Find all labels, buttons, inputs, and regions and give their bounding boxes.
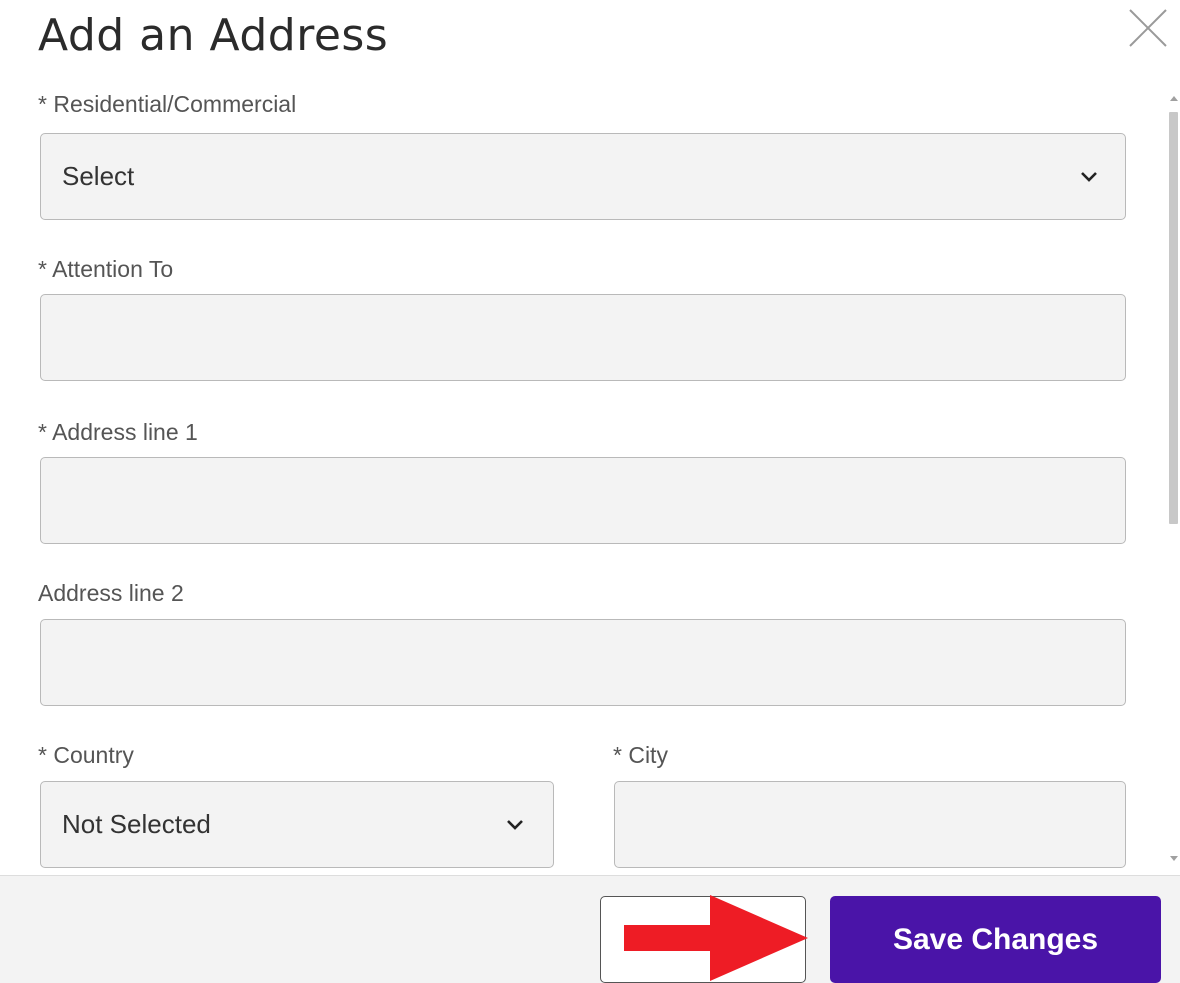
address-line-2-input[interactable] [40, 619, 1126, 706]
chevron-down-icon [507, 820, 523, 830]
save-changes-button[interactable]: Save Changes [830, 896, 1161, 983]
address-line-2-label: Address line 2 [38, 580, 184, 606]
close-icon[interactable] [1126, 6, 1170, 50]
scrollbar-thumb[interactable] [1169, 112, 1178, 524]
scroll-down-arrow-icon[interactable] [1170, 856, 1178, 861]
form-scrollbar[interactable] [1166, 90, 1180, 875]
country-value: Not Selected [62, 809, 211, 839]
address-line-1-label: * Address line 1 [38, 419, 198, 445]
dialog-title: Add an Address [38, 10, 389, 61]
city-input[interactable] [614, 781, 1126, 868]
add-address-dialog: Add an Address * Residential/Commercial … [0, 0, 1180, 983]
form-scroll-area: * Residential/Commercial Select * Attent… [0, 80, 1166, 875]
attention-to-input[interactable] [40, 294, 1126, 381]
city-label: * City [613, 742, 668, 768]
chevron-down-icon [1081, 172, 1097, 182]
attention-to-label: * Attention To [38, 256, 174, 282]
residential-commercial-value: Select [62, 161, 135, 191]
residential-commercial-select[interactable]: Select [40, 133, 1126, 220]
address-line-1-input[interactable] [40, 457, 1126, 544]
scroll-up-arrow-icon[interactable] [1170, 96, 1178, 101]
cancel-button[interactable] [600, 896, 806, 983]
country-select[interactable]: Not Selected [40, 781, 554, 868]
dialog-footer: Save Changes [0, 875, 1180, 983]
country-label: * Country [38, 742, 134, 768]
residential-commercial-label: * Residential/Commercial [38, 91, 297, 117]
